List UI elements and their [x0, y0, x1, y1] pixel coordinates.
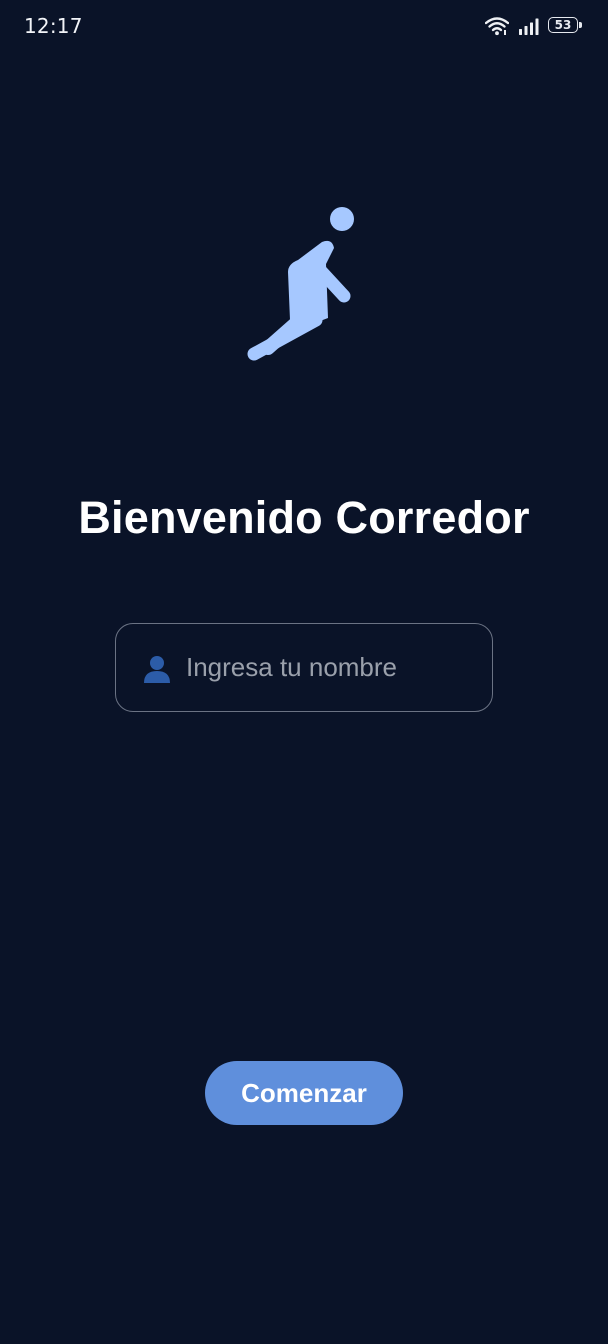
- welcome-screen: 12:17 53 Bienvenido Corredor Ingresa tu …: [0, 0, 608, 1344]
- start-button[interactable]: Comenzar: [205, 1061, 403, 1125]
- status-time: 12:17: [24, 14, 83, 38]
- runner-icon: [247, 207, 354, 361]
- name-input[interactable]: [186, 624, 476, 710]
- battery-icon: 53: [548, 17, 582, 35]
- battery-level: 53: [554, 18, 572, 32]
- user-icon: [144, 656, 170, 683]
- name-field[interactable]: [115, 623, 493, 712]
- status-bar: 12:17 53: [0, 0, 608, 52]
- wifi-icon: [485, 17, 509, 36]
- page-title: Bienvenido Corredor: [78, 492, 530, 543]
- signal-icon: [519, 18, 539, 35]
